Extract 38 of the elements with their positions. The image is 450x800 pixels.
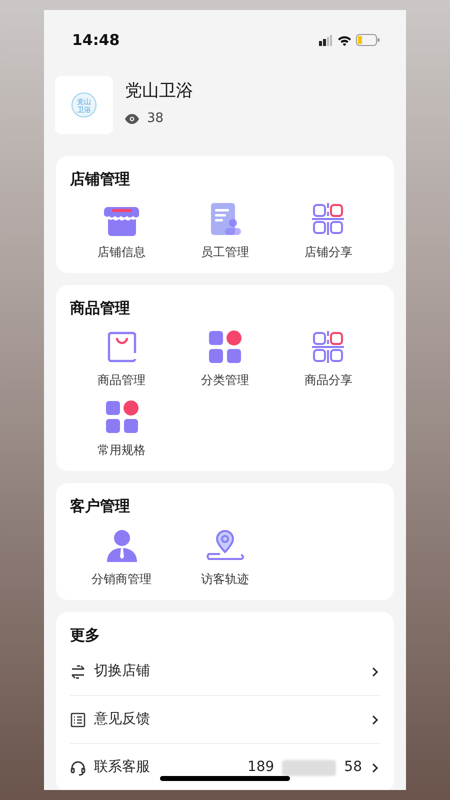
row-label: 联系客服 — [94, 758, 151, 777]
section-title: 商品管理 — [70, 298, 131, 318]
qr-code-icon — [310, 329, 346, 365]
section-title: 更多 — [70, 624, 101, 646]
category-grid-icon — [206, 329, 243, 365]
menu-row[interactable]: 切换店铺 — [70, 648, 380, 696]
signal-icon — [319, 34, 333, 46]
section-title: 客户管理 — [70, 496, 131, 517]
row-label: 切换店铺 — [94, 662, 151, 681]
menu-tile[interactable]: 分销商管理 — [70, 528, 174, 588]
menu-tile[interactable]: 店铺分享 — [276, 200, 380, 260]
chevron-right-icon — [370, 666, 380, 678]
eye-icon — [125, 114, 139, 124]
chevron-right-icon — [370, 762, 380, 774]
view-count: 38 — [147, 110, 164, 128]
list-document-icon — [70, 712, 86, 728]
menu-tile[interactable]: 员工管理 — [173, 200, 277, 260]
menu-tile[interactable]: 常用规格 — [70, 399, 174, 459]
shop-name: 党山卫浴 — [125, 81, 193, 102]
battery-icon — [356, 34, 380, 46]
phone-number-end: 58 — [344, 758, 362, 777]
qr-code-icon — [310, 200, 346, 236]
swap-arrows-icon — [70, 664, 86, 680]
menu-tile[interactable]: 商品分享 — [276, 329, 380, 389]
chevron-right-icon — [370, 714, 380, 726]
menu-tile[interactable]: 分类管理 — [173, 329, 277, 389]
phone-number-start: 189 — [247, 758, 274, 777]
menu-row[interactable]: 意见反馈 — [70, 696, 380, 744]
menu-tile[interactable]: 访客轨迹 — [173, 528, 277, 588]
menu-tile[interactable]: 商品管理 — [70, 329, 174, 389]
section-title: 店铺管理 — [70, 169, 131, 190]
menu-tile[interactable]: 店铺信息 — [70, 200, 174, 260]
status-time: 14:48 — [72, 30, 120, 51]
redaction-blur — [282, 760, 336, 776]
wifi-icon — [337, 34, 352, 46]
category-grid-icon — [104, 399, 140, 435]
headset-icon — [70, 760, 86, 776]
row-label: 意见反馈 — [94, 710, 151, 729]
